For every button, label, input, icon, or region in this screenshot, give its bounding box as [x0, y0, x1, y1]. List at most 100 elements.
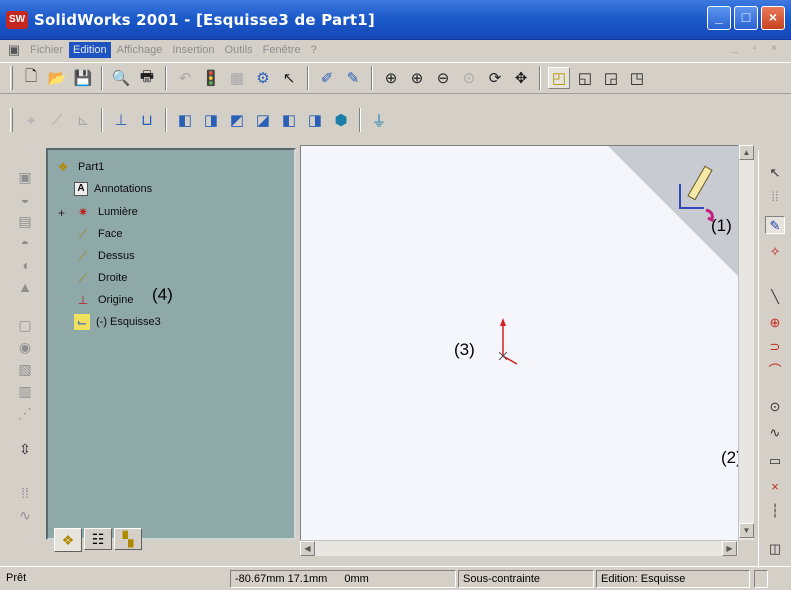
sketch-icon[interactable]: ✎: [765, 216, 785, 234]
zoom-area-icon[interactable]: ⊕: [406, 67, 428, 89]
tree-item-annotations[interactable]: A Annotations: [74, 180, 152, 198]
smart-dimension-icon[interactable]: ⊔: [136, 109, 158, 131]
rotate-view-icon[interactable]: ⟳: [484, 67, 506, 89]
cut-revolve-icon[interactable]: ◓: [14, 234, 36, 252]
hidden-gray-icon[interactable]: ◲: [600, 67, 622, 89]
shell-icon[interactable]: ▢: [14, 316, 36, 334]
open-folder-icon[interactable]: 📂: [46, 67, 68, 89]
scroll-down-icon[interactable]: ▼: [739, 523, 754, 538]
configurationmanager-tab-icon[interactable]: ▚: [114, 528, 142, 550]
select-filter-icon[interactable]: ✐: [316, 67, 338, 89]
grid-icon[interactable]: ▦: [226, 67, 248, 89]
pattern-icon[interactable]: ⁞⁞: [14, 484, 36, 502]
fillet-icon[interactable]: ◖: [14, 256, 36, 274]
tree-item-dessus[interactable]: ⟋ Dessus: [74, 247, 135, 265]
three-point-arc-icon[interactable]: ⌒: [765, 362, 785, 380]
mdi-controls[interactable]: _ ▫ ×: [732, 43, 783, 54]
view-left-icon[interactable]: ◩: [226, 109, 248, 131]
line-dim-icon[interactable]: ⟋: [46, 109, 68, 131]
horizontal-scrollbar[interactable]: ◀ ▶: [300, 540, 738, 556]
toolbar-grip-2[interactable]: [10, 108, 13, 132]
rib-icon[interactable]: ▥: [14, 382, 36, 400]
spline-icon[interactable]: ∿: [765, 424, 785, 442]
view-bottom-icon[interactable]: ◨: [304, 109, 326, 131]
smart-dimension-icon[interactable]: ⟡: [765, 242, 785, 260]
feature-manager-tree[interactable]: ❖ Part1 A Annotations + ✷ Lumière ⟋ Face…: [46, 148, 296, 540]
hidden-lines-icon[interactable]: ◱: [574, 67, 596, 89]
print-icon[interactable]: 🖶: [136, 67, 158, 89]
revolve-icon[interactable]: ◒: [14, 190, 36, 208]
move-icon[interactable]: ⇳: [14, 440, 36, 458]
menu-fenetre[interactable]: Fenêtre: [259, 42, 305, 58]
draft-icon[interactable]: ▧: [14, 360, 36, 378]
chamfer-icon[interactable]: ▲: [14, 278, 36, 296]
menu-insertion[interactable]: Insertion: [168, 42, 218, 58]
view-right-icon[interactable]: ◪: [252, 109, 274, 131]
shaded-view-icon[interactable]: ◰: [548, 67, 570, 89]
tree-item-droite[interactable]: ⟋ Droite: [74, 269, 128, 287]
sketch-relation-icon[interactable]: ⌖: [20, 109, 42, 131]
tree-root[interactable]: ❖ Part1: [54, 158, 105, 176]
close-button[interactable]: ×: [761, 6, 785, 30]
view-front-icon[interactable]: ◧: [174, 109, 196, 131]
menu-help[interactable]: ?: [307, 42, 321, 58]
confirmation-corner[interactable]: [608, 146, 738, 276]
undo-icon[interactable]: ↶: [174, 67, 196, 89]
hole-icon[interactable]: ◉: [14, 338, 36, 356]
scroll-left-icon[interactable]: ◀: [300, 541, 315, 556]
toolbar-grip[interactable]: [10, 66, 13, 90]
normal-to-icon[interactable]: ⏚: [368, 109, 390, 131]
document-icon[interactable]: ▣: [6, 42, 22, 58]
curve-icon[interactable]: ∿: [14, 506, 36, 524]
tree-item-esquisse3[interactable]: ⌙ (-) Esquisse3: [74, 313, 161, 331]
featuremanager-tab-icon[interactable]: ❖: [54, 528, 82, 552]
grid-icon[interactable]: ⁞⁞: [765, 188, 785, 206]
line-icon[interactable]: ╲: [765, 288, 785, 306]
menu-affichage[interactable]: Affichage: [113, 42, 167, 58]
scroll-right-icon[interactable]: ▶: [722, 541, 737, 556]
save-icon[interactable]: 💾: [72, 67, 94, 89]
rectangle-icon[interactable]: ▭: [765, 452, 785, 470]
scroll-up-icon[interactable]: ▲: [739, 145, 754, 160]
minimize-button[interactable]: _: [707, 6, 731, 30]
tree-item-face[interactable]: ⟋ Face: [74, 225, 123, 243]
vertical-scrollbar[interactable]: ▲ ▼: [738, 145, 754, 540]
mirror-icon[interactable]: ⋰: [14, 404, 36, 422]
extrude-icon[interactable]: ▣: [14, 168, 36, 186]
point-icon[interactable]: ×: [765, 478, 785, 496]
view-top-icon[interactable]: ◧: [278, 109, 300, 131]
view-back-icon[interactable]: ◨: [200, 109, 222, 131]
new-file-icon[interactable]: 🗋: [20, 67, 42, 89]
menu-fichier[interactable]: Fichier: [26, 42, 67, 58]
add-relation-icon[interactable]: ⊥: [110, 109, 132, 131]
maximize-button[interactable]: □: [734, 6, 758, 30]
expand-icon[interactable]: +: [58, 206, 65, 220]
zoom-fit-icon[interactable]: ⊕: [380, 67, 402, 89]
rebuild-icon[interactable]: 🚦: [200, 67, 222, 89]
view-iso-icon[interactable]: ⬢: [330, 109, 352, 131]
zoom-in-out-icon[interactable]: ⊖: [432, 67, 454, 89]
tree-item-origine[interactable]: ⊥ Origine: [74, 291, 134, 309]
options-icon[interactable]: ⚙: [252, 67, 274, 89]
dimension-dim-icon[interactable]: ⊾: [72, 109, 94, 131]
centerpoint-arc-icon[interactable]: ⊕: [765, 314, 785, 332]
circle-icon[interactable]: ⊙: [765, 398, 785, 416]
zoom-selection-icon[interactable]: ⊙: [458, 67, 480, 89]
menu-edition[interactable]: Edition: [69, 42, 111, 58]
tree-item-label: Annotations: [94, 183, 153, 195]
select-pointer-icon[interactable]: ↖: [765, 164, 785, 182]
select-filter-2-icon[interactable]: ✎: [342, 67, 364, 89]
centerline-icon[interactable]: ┆: [765, 502, 785, 520]
menu-outils[interactable]: Outils: [221, 42, 257, 58]
wireframe-icon[interactable]: ◳: [626, 67, 648, 89]
tree-item-lumiere[interactable]: ✷ Lumière: [74, 203, 138, 221]
pan-icon[interactable]: ✥: [510, 67, 532, 89]
solidworks-app-icon[interactable]: SW: [6, 10, 28, 29]
graphics-area[interactable]: [300, 145, 738, 540]
print-preview-icon[interactable]: 🔍: [110, 67, 132, 89]
tangent-arc-icon[interactable]: ⊃: [765, 338, 785, 356]
offset-entities-icon[interactable]: ◫: [765, 540, 785, 558]
propertymanager-tab-icon[interactable]: ☷: [84, 528, 112, 550]
cut-extrude-icon[interactable]: ▤: [14, 212, 36, 230]
whats-this-icon[interactable]: ↖: [278, 67, 300, 89]
